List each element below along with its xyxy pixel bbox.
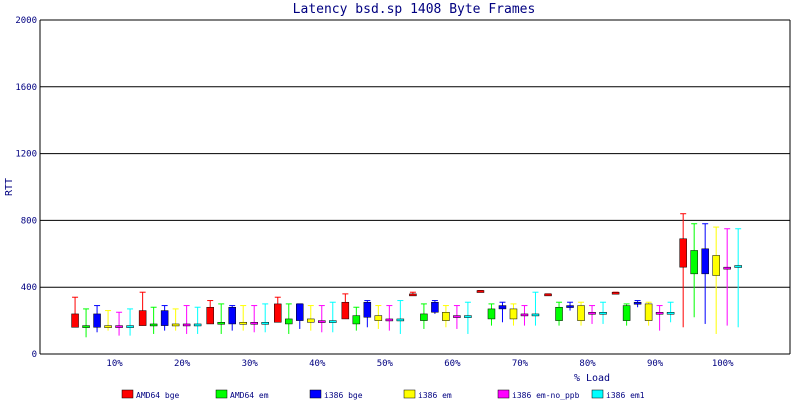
box-body bbox=[487, 308, 496, 320]
box-body bbox=[420, 313, 428, 321]
x-tick-label: 20% bbox=[174, 359, 191, 369]
box-body bbox=[329, 320, 337, 323]
box-body bbox=[206, 306, 214, 325]
box-body bbox=[644, 303, 653, 321]
legend-swatch bbox=[403, 389, 416, 399]
box-body bbox=[104, 325, 112, 328]
legend-label: AMD64 em bbox=[230, 391, 269, 400]
box-body bbox=[217, 322, 225, 325]
legend: AMD64 bge AMD64 em i386 bge i386 em i386 em-… bbox=[121, 389, 645, 400]
x-tick-label: 80% bbox=[579, 359, 596, 369]
box-body bbox=[442, 312, 450, 321]
y-tick-label: 800 bbox=[21, 216, 37, 226]
box-body bbox=[352, 315, 361, 325]
box-body bbox=[274, 303, 282, 323]
box-body bbox=[476, 290, 485, 293]
box-body bbox=[566, 305, 574, 308]
y-axis-label: RTT bbox=[4, 178, 15, 196]
box-body bbox=[464, 315, 472, 318]
box-body bbox=[453, 315, 461, 318]
box-body bbox=[498, 305, 507, 310]
box-body bbox=[531, 313, 540, 317]
box-body bbox=[261, 322, 269, 325]
box-body bbox=[318, 320, 326, 323]
legend-swatch bbox=[497, 389, 510, 399]
box-body bbox=[723, 266, 731, 270]
box-body bbox=[701, 248, 709, 275]
box-body bbox=[115, 325, 123, 328]
x-tick-label: 90% bbox=[647, 359, 664, 369]
legend-label: i386 em-no_ppb bbox=[512, 391, 580, 400]
box-body bbox=[93, 313, 101, 328]
legend-label: i386 bge bbox=[324, 391, 363, 400]
box-body bbox=[228, 306, 236, 325]
x-tick-label: 70% bbox=[512, 359, 529, 369]
latency-chart: Latency bsd.sp 1408 Byte Frames RTT % Lo… bbox=[4, 2, 791, 400]
box-body bbox=[250, 322, 258, 325]
box-body bbox=[82, 325, 90, 328]
legend-label: i386 em1 bbox=[606, 391, 645, 400]
box-body bbox=[734, 265, 742, 268]
box-body bbox=[396, 318, 405, 322]
grid-lines bbox=[39, 19, 791, 355]
box-body bbox=[588, 312, 596, 315]
y-tick-labels: 0 400 800 1200 1600 2000 bbox=[15, 16, 37, 360]
box-body bbox=[409, 293, 417, 297]
box-body bbox=[171, 323, 180, 327]
y-tick-label: 400 bbox=[21, 283, 37, 293]
y-tick-label: 2000 bbox=[15, 16, 37, 26]
legend-swatch bbox=[215, 389, 228, 399]
y-tick-label: 0 bbox=[32, 350, 37, 360]
box-body bbox=[655, 312, 664, 315]
box-body bbox=[374, 315, 383, 321]
x-tick-label: 10% bbox=[106, 359, 123, 369]
legend-label: i386 em bbox=[418, 391, 452, 400]
box-body bbox=[385, 318, 394, 322]
x-tick-label: 60% bbox=[444, 359, 461, 369]
x-tick-labels: 10% 20% 30% 40% 50% 60% 70% 80% 90% 100% bbox=[106, 359, 734, 369]
box-body bbox=[193, 323, 202, 327]
legend-swatch bbox=[309, 389, 322, 399]
box-body bbox=[599, 312, 607, 315]
box-body bbox=[577, 305, 585, 321]
box-body bbox=[296, 303, 304, 321]
legend-label: AMD64 bge bbox=[136, 391, 180, 400]
y-tick-label: 1200 bbox=[15, 150, 37, 160]
chart-title: Latency bsd.sp 1408 Byte Frames bbox=[293, 2, 536, 17]
box-body bbox=[71, 313, 79, 328]
box-body bbox=[712, 255, 720, 276]
box-body bbox=[138, 310, 147, 326]
box-body bbox=[239, 322, 247, 325]
box-body bbox=[160, 310, 169, 326]
x-tick-label: 30% bbox=[242, 359, 259, 369]
box-body bbox=[149, 323, 158, 327]
legend-swatch bbox=[591, 389, 604, 399]
box-body bbox=[363, 301, 372, 318]
y-tick-label: 1600 bbox=[15, 83, 37, 93]
x-axis-label: % Load bbox=[574, 373, 610, 384]
box-body bbox=[520, 313, 529, 317]
box-body bbox=[666, 312, 675, 315]
legend-swatch bbox=[121, 389, 134, 399]
x-tick-label: 50% bbox=[377, 359, 394, 369]
box-body bbox=[690, 250, 698, 275]
box-body bbox=[126, 325, 134, 328]
x-tick-label: 40% bbox=[309, 359, 326, 369]
box-body bbox=[509, 308, 518, 320]
x-tick-label: 100% bbox=[712, 359, 734, 369]
box-body bbox=[341, 301, 350, 320]
box-body bbox=[633, 301, 642, 305]
box-body bbox=[307, 318, 315, 323]
box-body bbox=[285, 318, 293, 325]
box-body bbox=[544, 293, 552, 297]
box-body bbox=[679, 238, 687, 268]
box-body bbox=[611, 291, 620, 295]
box-body bbox=[622, 305, 631, 321]
box-plots bbox=[71, 213, 742, 338]
box-body bbox=[431, 301, 439, 313]
box-body bbox=[555, 306, 563, 321]
box-body bbox=[182, 323, 191, 327]
